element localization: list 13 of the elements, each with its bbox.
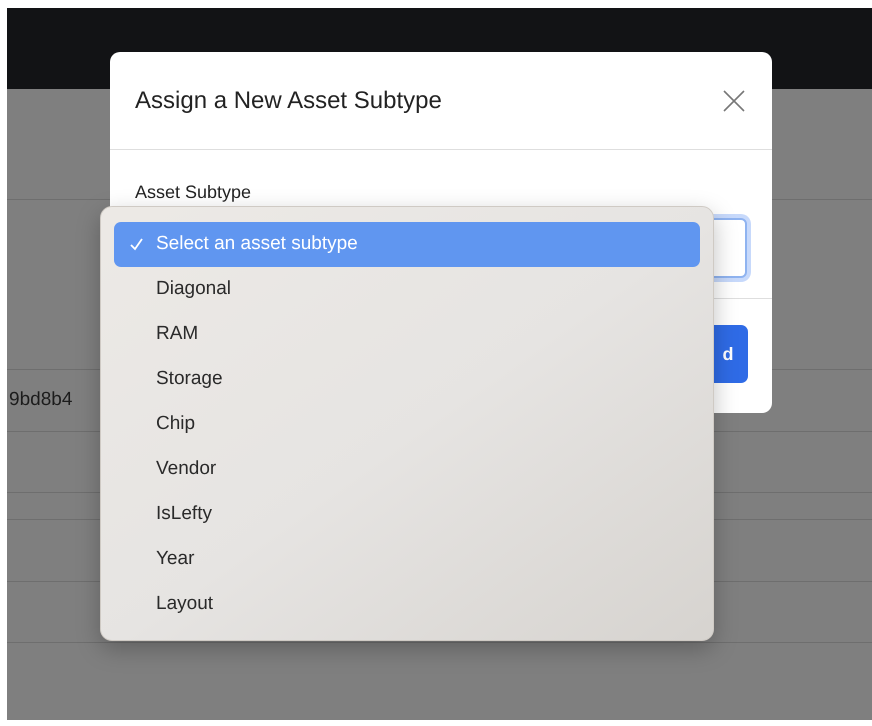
menu-option[interactable]: RAM: [114, 312, 700, 357]
menu-option[interactable]: Year: [114, 537, 700, 582]
menu-option[interactable]: Vendor: [114, 447, 700, 492]
menu-option[interactable]: Layout: [114, 582, 700, 627]
table-cell-text: 9bd8b4: [9, 388, 72, 412]
close-icon[interactable]: [721, 88, 747, 114]
field-label: Asset Subtype: [135, 181, 252, 204]
menu-option[interactable]: Diagonal: [114, 267, 700, 312]
menu-option[interactable]: IsLefty: [114, 492, 700, 537]
dialog-title: Assign a New Asset Subtype: [135, 86, 442, 116]
checkmark-icon: [130, 238, 142, 251]
menu-option[interactable]: Chip: [114, 402, 700, 447]
menu-option[interactable]: Storage: [114, 357, 700, 402]
